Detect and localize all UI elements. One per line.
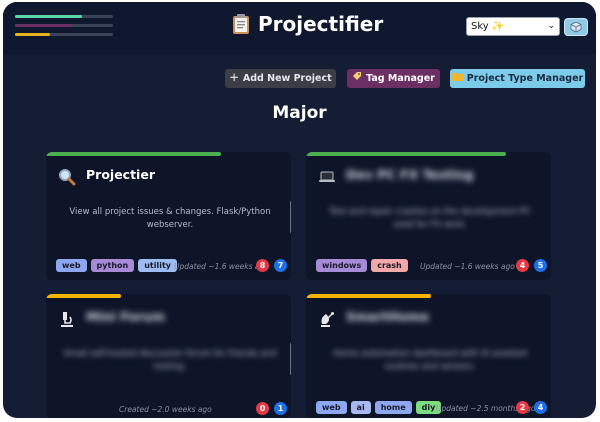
project-description: View all project issues & changes. Flask… bbox=[69, 207, 271, 230]
tag-badge[interactable]: python bbox=[90, 259, 135, 272]
cube-icon bbox=[570, 18, 582, 37]
theme-toggle-button[interactable] bbox=[564, 18, 588, 36]
change-count-badge: 5 bbox=[534, 259, 547, 272]
issue-counts: 4 5 bbox=[516, 259, 547, 272]
project-card[interactable]: Dev PC FX Testing Test and repair crashe… bbox=[306, 152, 551, 280]
tag-icon bbox=[352, 69, 362, 88]
laptop-icon bbox=[318, 168, 336, 186]
project-name[interactable]: Mini Forum bbox=[86, 309, 165, 324]
progress-bar-3-fill bbox=[15, 33, 51, 36]
progress-bar-2 bbox=[15, 24, 113, 27]
project-type-manager-button[interactable]: Project Type Manager bbox=[450, 69, 585, 88]
top-bar: Projectifier Sky ✨ ⌄ bbox=[3, 2, 596, 54]
card-accent-bar bbox=[306, 152, 506, 156]
tag-list: web python utility bbox=[56, 259, 177, 272]
change-count-badge: 7 bbox=[274, 259, 287, 272]
updated-time: Updated ~1.6 weeks ago bbox=[174, 262, 269, 271]
issue-counts: 8 7 bbox=[256, 259, 287, 272]
project-name[interactable]: Projectier bbox=[86, 167, 155, 182]
tag-badge[interactable]: ai bbox=[350, 401, 371, 414]
tag-badge[interactable]: windows bbox=[316, 259, 368, 272]
progress-bar-1 bbox=[15, 15, 113, 18]
tag-badge[interactable]: utility bbox=[138, 259, 177, 272]
updated-time: Updated ~1.6 weeks ago bbox=[420, 262, 515, 271]
project-card[interactable]: Mini Forum Small self-hosted discussion … bbox=[46, 294, 291, 418]
progress-bar-1-fill bbox=[15, 15, 82, 18]
project-name[interactable]: Dev PC FX Testing bbox=[346, 167, 473, 182]
project-name[interactable]: SmartHome bbox=[346, 309, 429, 324]
theme-select[interactable]: Sky ✨ ⌄ bbox=[466, 17, 560, 36]
progress-bar-3 bbox=[15, 33, 113, 36]
folder-icon bbox=[451, 69, 463, 88]
project-type-manager-label: Project Type Manager bbox=[466, 73, 584, 84]
tag-badge[interactable]: web bbox=[316, 401, 347, 414]
change-count-badge: 1 bbox=[274, 402, 287, 415]
tag-list: web ai home diy bbox=[316, 401, 442, 414]
section-title: Major bbox=[272, 103, 327, 123]
card-accent-bar bbox=[46, 294, 121, 298]
issue-counts: 2 4 bbox=[516, 401, 547, 414]
project-description: Small self-hosted discussion forum for f… bbox=[63, 349, 277, 372]
theme-select-value: Sky ✨ bbox=[471, 21, 505, 32]
add-project-button[interactable]: ＋ Add New Project bbox=[225, 69, 336, 88]
issue-count-badge: 0 bbox=[256, 402, 269, 415]
chevron-down-icon: ⌄ bbox=[547, 21, 555, 31]
project-card[interactable]: Projectier View all project issues & cha… bbox=[46, 152, 291, 280]
tag-badge[interactable]: crash bbox=[371, 259, 408, 272]
app-title: Projectifier bbox=[232, 10, 383, 38]
tag-manager-label: Tag Manager bbox=[366, 73, 435, 84]
project-description: Test and repair crashes on the developme… bbox=[329, 207, 531, 230]
card-accent-bar bbox=[306, 294, 431, 298]
plus-icon: ＋ bbox=[229, 73, 239, 84]
card-scrollbar[interactable] bbox=[290, 342, 291, 376]
app-title-text: Projectifier bbox=[258, 12, 384, 36]
progress-bar-2-fill bbox=[15, 24, 72, 27]
clipboard-icon bbox=[232, 13, 250, 35]
issue-count-badge: 2 bbox=[516, 401, 529, 414]
project-card[interactable]: SmartHome Home automation dashboard with… bbox=[306, 294, 551, 418]
magnifier-icon bbox=[58, 168, 76, 186]
card-accent-bar bbox=[46, 152, 221, 156]
add-project-label: Add New Project bbox=[242, 73, 332, 84]
issue-count-badge: 4 bbox=[516, 259, 529, 272]
app-window: Projectifier Sky ✨ ⌄ ＋ Add New Project T… bbox=[3, 2, 596, 418]
change-count-badge: 4 bbox=[534, 401, 547, 414]
issue-count-badge: 8 bbox=[256, 259, 269, 272]
tag-list: windows crash bbox=[316, 259, 408, 272]
project-description: Home automation dashboard with AI assist… bbox=[333, 349, 527, 372]
updated-time: Created ~2.0 weeks ago bbox=[119, 405, 212, 414]
tag-manager-button[interactable]: Tag Manager bbox=[347, 69, 440, 88]
microscope-icon bbox=[58, 310, 76, 328]
issue-counts: 0 1 bbox=[256, 402, 287, 415]
tag-badge[interactable]: web bbox=[56, 259, 87, 272]
tag-badge[interactable]: home bbox=[374, 401, 412, 414]
card-scrollbar[interactable] bbox=[290, 200, 291, 234]
satellite-icon bbox=[318, 310, 336, 328]
